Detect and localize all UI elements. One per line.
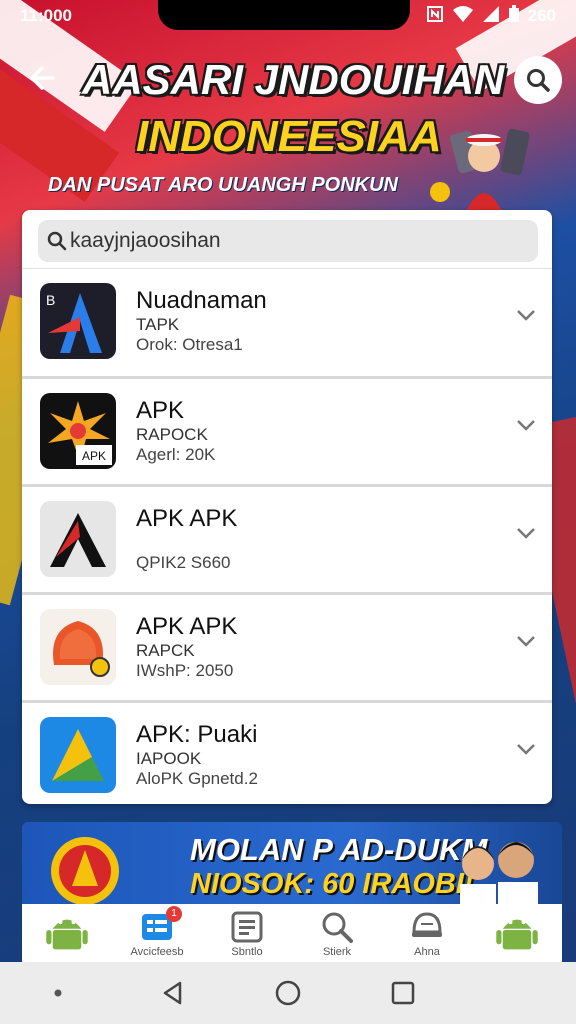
app-meta: Orok: Otresa1	[136, 335, 243, 354]
app-subtitle: TAPK	[136, 315, 180, 334]
emblem-icon	[51, 837, 119, 905]
app-meta: AloPK Gpnetd.2	[136, 769, 258, 788]
app-subtitle: IAPOOK	[136, 749, 202, 768]
app-icon	[40, 609, 116, 685]
helmet-icon	[410, 910, 444, 944]
arrow-left-icon	[30, 66, 55, 90]
search-input[interactable]	[68, 229, 528, 253]
list-item[interactable]: APK APK RAPCK IWshP: 2050	[22, 592, 552, 700]
app-meta: QPIK2 S660	[136, 553, 231, 572]
app-list: B Nuadnaman TAPK Orok: Otresa1 APK APK R…	[22, 268, 552, 804]
battery-icon	[508, 4, 520, 28]
bottom-tab-bar: 1 Avcicfeesb Sbntlo Stierk Ahna	[22, 904, 562, 962]
tab-feed[interactable]: 1 Avcicfeesb	[117, 904, 197, 962]
mascot-illustration	[426, 126, 536, 216]
chevron-down-icon[interactable]	[514, 521, 538, 545]
people-illustration	[460, 842, 538, 912]
square-recents-icon	[391, 981, 415, 1005]
headline-line2: INDONEESIAA	[136, 112, 442, 161]
search-icon	[320, 910, 354, 944]
nav-recents-button[interactable]	[379, 969, 427, 1017]
back-button[interactable]	[20, 56, 64, 100]
app-subtitle: RAPOCK	[136, 425, 208, 444]
app-meta: IWshP: 2050	[136, 661, 234, 680]
chevron-down-icon[interactable]	[514, 737, 538, 761]
tab-label: Avcicfeesb	[130, 946, 184, 958]
app-name: APK APK	[136, 505, 238, 532]
wifi-icon	[452, 5, 474, 28]
app-icon	[40, 501, 116, 577]
app-icon: B	[40, 283, 116, 359]
header-search-button[interactable]	[514, 56, 562, 104]
nav-back-button[interactable]	[149, 969, 197, 1017]
promo-line2: NIOSOK: 60 IRAOBI!	[190, 868, 474, 900]
tab-search[interactable]: Stierk	[297, 904, 377, 962]
nav-dot-button[interactable]	[34, 969, 82, 1017]
tab-home[interactable]: Ahna	[387, 904, 467, 962]
app-name: APK	[136, 397, 185, 424]
tab-label: Sbntlo	[231, 946, 263, 958]
app-subtitle: RAPCK	[136, 641, 195, 660]
list-item[interactable]: APK: Puaki IAPOOK AloPK Gpnetd.2	[22, 700, 552, 804]
chevron-down-icon[interactable]	[514, 303, 538, 327]
list-item[interactable]: APK APK RAPOCK Agerl: 20K	[22, 376, 552, 484]
circle-home-icon	[275, 980, 301, 1006]
document-icon	[230, 910, 264, 944]
app-name: Nuadnaman	[136, 287, 267, 314]
app-icon: APK	[40, 393, 116, 469]
svg-text:B: B	[46, 292, 55, 308]
search-icon	[47, 231, 67, 251]
app-meta: Agerl: 20K	[136, 445, 216, 464]
android-icon	[496, 919, 538, 950]
status-time: 11:000	[20, 6, 72, 25]
nfc-icon	[426, 5, 444, 28]
list-item[interactable]: B Nuadnaman TAPK Orok: Otresa1	[22, 268, 552, 376]
promo-line1: MOLAN P AD-DUKM	[190, 832, 488, 867]
dot-icon	[54, 989, 62, 997]
system-nav-bar	[0, 962, 576, 1024]
list-item[interactable]: APK APK QPIK2 S660	[22, 484, 552, 592]
chevron-down-icon[interactable]	[514, 629, 538, 653]
app-list-card: B Nuadnaman TAPK Orok: Otresa1 APK APK R…	[22, 210, 552, 804]
chevron-down-icon[interactable]	[514, 413, 538, 437]
nav-home-button[interactable]	[264, 969, 312, 1017]
list-icon: 1	[140, 906, 182, 944]
svg-text:APK: APK	[82, 449, 106, 463]
headline-line1: AASARI JNDOUIHAN	[82, 56, 505, 103]
notification-badge: 1	[166, 906, 182, 922]
camera-notch	[158, 0, 410, 30]
status-icons: 260	[426, 4, 556, 28]
app-name: APK APK	[136, 613, 238, 640]
search-bar[interactable]	[38, 220, 538, 262]
app-name: APK: Puaki	[136, 721, 258, 748]
android-icon	[46, 919, 88, 950]
tab-label: Stierk	[322, 946, 352, 958]
tab-android-right[interactable]	[477, 904, 557, 962]
triangle-back-icon	[163, 981, 182, 1005]
search-icon	[527, 69, 550, 92]
promo-banner[interactable]: MOLAN P AD-DUKM NIOSOK: 60 IRAOBI!	[22, 822, 562, 912]
tab-label: Ahna	[414, 946, 440, 958]
subheadline: DAN PUSAT ARO UUANGH PONKUN	[48, 174, 398, 196]
app-icon	[40, 717, 116, 793]
signal-icon	[482, 5, 500, 28]
tab-android-left[interactable]	[27, 904, 107, 962]
battery-level: 260	[527, 6, 556, 25]
tab-documents[interactable]: Sbntlo	[207, 904, 287, 962]
